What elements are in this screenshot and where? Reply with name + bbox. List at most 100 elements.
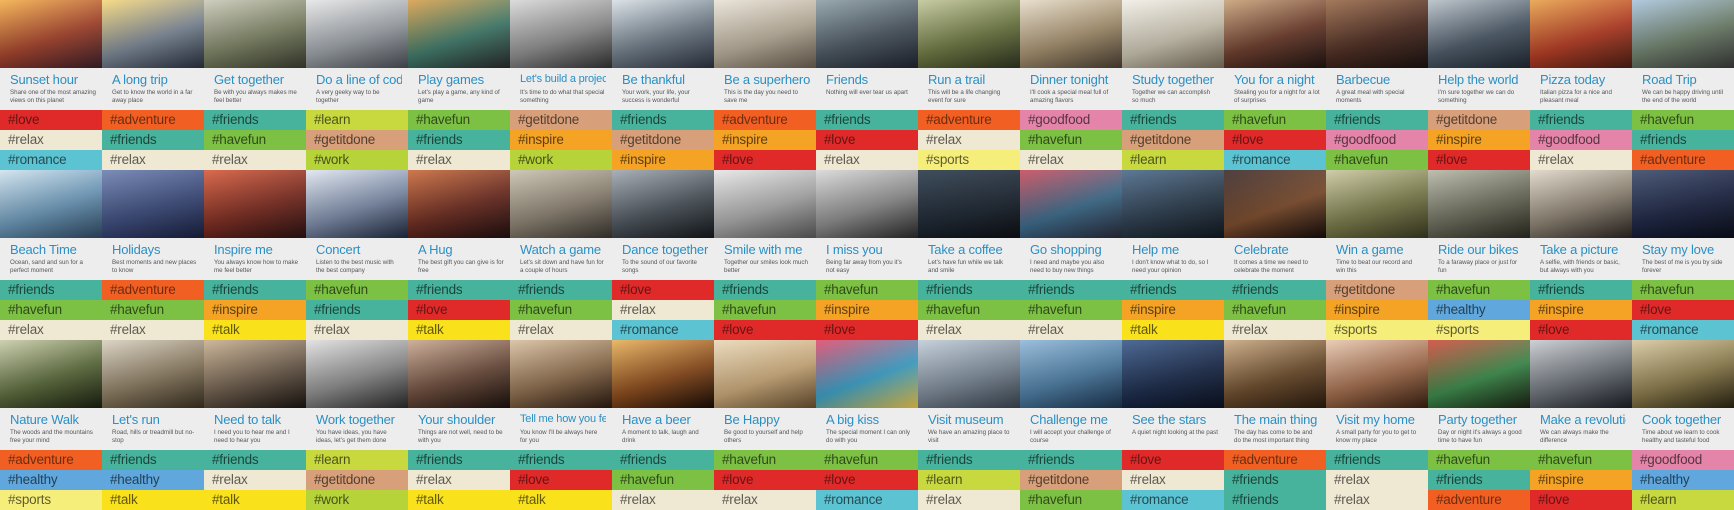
tag-havefun[interactable]: #havefun: [1326, 150, 1428, 170]
tag-havefun[interactable]: #havefun: [1428, 450, 1530, 470]
tag-friends[interactable]: #friends: [1632, 130, 1734, 150]
tag-havefun[interactable]: #havefun: [714, 300, 816, 320]
tag-relax[interactable]: #relax: [204, 470, 306, 490]
tag-love[interactable]: #love: [0, 110, 102, 130]
tag-friends[interactable]: #friends: [1122, 110, 1224, 130]
tag-goodfood[interactable]: #goodfood: [1020, 110, 1122, 130]
activity-card[interactable]: Barbecue A great meal with special moment…: [1326, 0, 1428, 170]
tag-adventure[interactable]: #adventure: [1224, 450, 1326, 470]
tag-havefun[interactable]: #havefun: [1224, 110, 1326, 130]
tag-relax[interactable]: #relax: [408, 150, 510, 170]
tag-love[interactable]: #love: [816, 130, 918, 150]
activity-card[interactable]: Run a trail This will be a life changing …: [918, 0, 1020, 170]
activity-card[interactable]: The main thing The day has come to be and…: [1224, 340, 1326, 510]
tag-getitdone[interactable]: #getitdone: [1326, 280, 1428, 300]
tag-friends[interactable]: #friends: [1122, 280, 1224, 300]
tag-love[interactable]: #love: [1530, 320, 1632, 340]
tag-friends[interactable]: #friends: [1224, 470, 1326, 490]
tag-friends[interactable]: #friends: [1326, 450, 1428, 470]
activity-card[interactable]: Visit my home A small party for you to ge…: [1326, 340, 1428, 510]
tag-friends[interactable]: #friends: [1428, 470, 1530, 490]
activity-card[interactable]: Stay my love The best of me is you by sid…: [1632, 170, 1734, 340]
tag-love[interactable]: #love: [408, 300, 510, 320]
tag-healthy[interactable]: #healthy: [102, 470, 204, 490]
tag-healthy[interactable]: #healthy: [1428, 300, 1530, 320]
tag-friends[interactable]: #friends: [1530, 280, 1632, 300]
activity-card[interactable]: Inspire me You always know how to make me…: [204, 170, 306, 340]
activity-card[interactable]: Challenge me I will accept your challenge…: [1020, 340, 1122, 510]
activity-card[interactable]: Study together Together we can accomplish…: [1122, 0, 1224, 170]
tag-learn[interactable]: #learn: [1632, 490, 1734, 510]
activity-card[interactable]: Ride our bikes To a faraway place or just…: [1428, 170, 1530, 340]
activity-card[interactable]: Beach Time Ocean, sand and sun for a perf…: [0, 170, 102, 340]
tag-friends[interactable]: #friends: [408, 130, 510, 150]
activity-card[interactable]: Work together You have ideas, you have id…: [306, 340, 408, 510]
activity-card[interactable]: Make a revolution We can always make the …: [1530, 340, 1632, 510]
activity-card[interactable]: Have a beer A moment to talk, laugh and d…: [612, 340, 714, 510]
tag-goodfood[interactable]: #goodfood: [1530, 130, 1632, 150]
tag-relax[interactable]: #relax: [1326, 490, 1428, 510]
tag-inspire[interactable]: #inspire: [510, 130, 612, 150]
activity-card[interactable]: Help the world I'm sure together we can d…: [1428, 0, 1530, 170]
tag-inspire[interactable]: #inspire: [204, 300, 306, 320]
tag-relax[interactable]: #relax: [612, 490, 714, 510]
tag-friends[interactable]: #friends: [714, 280, 816, 300]
tag-havefun[interactable]: #havefun: [1530, 450, 1632, 470]
activity-card[interactable]: Let's run Road, hills or treadmill but no…: [102, 340, 204, 510]
activity-card[interactable]: Cook together Time about we learn to cook…: [1632, 340, 1734, 510]
activity-card[interactable]: Help me I don't know what to do, so I nee…: [1122, 170, 1224, 340]
activity-card[interactable]: Holidays Best moments and new places to k…: [102, 170, 204, 340]
tag-havefun[interactable]: #havefun: [1224, 300, 1326, 320]
tag-talk[interactable]: #talk: [102, 490, 204, 510]
activity-card[interactable]: Let's build a project It's time to do wha…: [510, 0, 612, 170]
tag-adventure[interactable]: #adventure: [1428, 490, 1530, 510]
tag-love[interactable]: #love: [1224, 130, 1326, 150]
activity-card[interactable]: Dance together To the sound of our favori…: [612, 170, 714, 340]
tag-inspire[interactable]: #inspire: [612, 150, 714, 170]
tag-havefun[interactable]: #havefun: [510, 300, 612, 320]
activity-card[interactable]: Need to talk I need you to hear me and I …: [204, 340, 306, 510]
activity-card[interactable]: Play games Let's play a game, any kind of…: [408, 0, 510, 170]
tag-havefun[interactable]: #havefun: [204, 130, 306, 150]
tag-inspire[interactable]: #inspire: [1326, 300, 1428, 320]
tag-friends[interactable]: #friends: [204, 110, 306, 130]
tag-love[interactable]: #love: [816, 470, 918, 490]
activity-card[interactable]: Be a superhero This is the day you need t…: [714, 0, 816, 170]
tag-getitdone[interactable]: #getitdone: [1020, 470, 1122, 490]
tag-sports[interactable]: #sports: [918, 150, 1020, 170]
tag-friends[interactable]: #friends: [510, 450, 612, 470]
activity-card[interactable]: Take a picture A selfie, with friends or …: [1530, 170, 1632, 340]
tag-learn[interactable]: #learn: [306, 450, 408, 470]
tag-havefun[interactable]: #havefun: [816, 450, 918, 470]
activity-card[interactable]: A Hug The best gift you can give is for f…: [408, 170, 510, 340]
tag-relax[interactable]: #relax: [510, 320, 612, 340]
tag-romance[interactable]: #romance: [612, 320, 714, 340]
tag-havefun[interactable]: #havefun: [816, 280, 918, 300]
tag-friends[interactable]: #friends: [204, 450, 306, 470]
tag-relax[interactable]: #relax: [204, 150, 306, 170]
tag-love[interactable]: #love: [1530, 490, 1632, 510]
tag-friends[interactable]: #friends: [1224, 280, 1326, 300]
activity-card[interactable]: Get together Be with you always makes me …: [204, 0, 306, 170]
tag-talk[interactable]: #talk: [510, 490, 612, 510]
tag-havefun[interactable]: #havefun: [1632, 280, 1734, 300]
tag-havefun[interactable]: #havefun: [408, 110, 510, 130]
tag-relax[interactable]: #relax: [1224, 320, 1326, 340]
tag-romance[interactable]: #romance: [816, 490, 918, 510]
activity-card[interactable]: Concert Listen to the best music with the…: [306, 170, 408, 340]
tag-relax[interactable]: #relax: [0, 320, 102, 340]
activity-card[interactable]: Visit museum We have an amazing place to …: [918, 340, 1020, 510]
tag-work[interactable]: #work: [306, 490, 408, 510]
tag-friends[interactable]: #friends: [204, 280, 306, 300]
tag-friends[interactable]: #friends: [102, 450, 204, 470]
tag-goodfood[interactable]: #goodfood: [1632, 450, 1734, 470]
activity-card[interactable]: A big kiss The special moment I can only …: [816, 340, 918, 510]
tag-talk[interactable]: #talk: [204, 490, 306, 510]
tag-friends[interactable]: #friends: [0, 280, 102, 300]
activity-card[interactable]: Do a line of code A very geeky way to be …: [306, 0, 408, 170]
activity-card[interactable]: I miss you Being far away from you it's n…: [816, 170, 918, 340]
tag-relax[interactable]: #relax: [408, 470, 510, 490]
activity-card[interactable]: Go shopping I need and maybe you also nee…: [1020, 170, 1122, 340]
tag-getitdone[interactable]: #getitdone: [612, 130, 714, 150]
tag-friends[interactable]: #friends: [1020, 280, 1122, 300]
